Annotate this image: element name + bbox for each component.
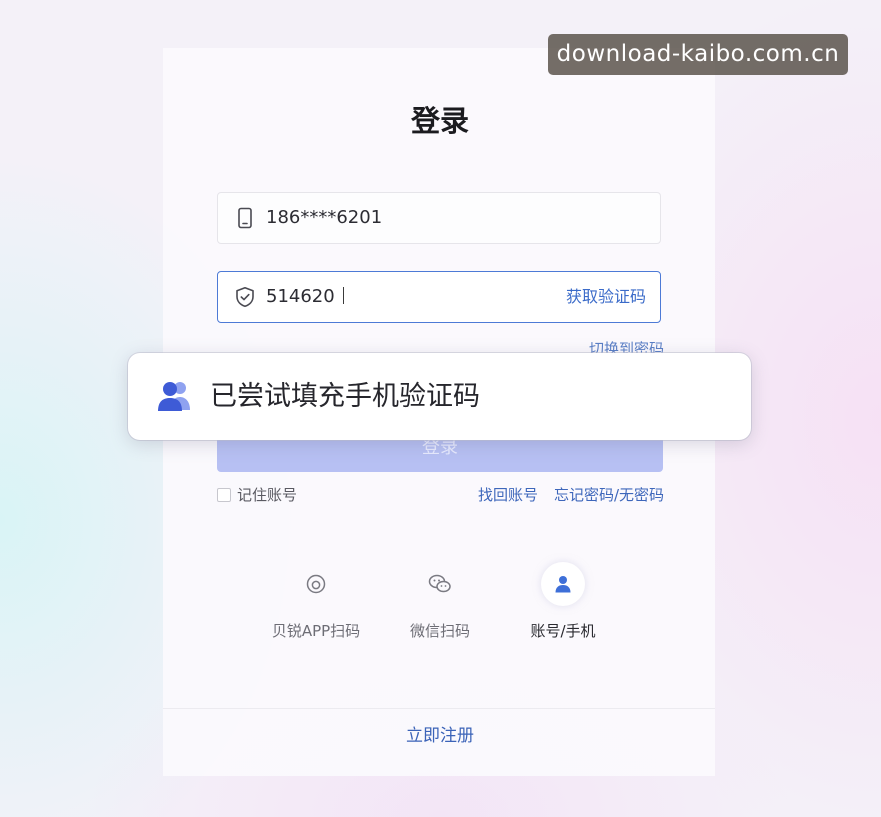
remember-checkbox[interactable] (217, 488, 231, 502)
remember-account[interactable]: 记住账号 (217, 485, 297, 505)
phone-value: 186****6201 (266, 207, 383, 228)
phone-field[interactable]: 186****6201 (217, 192, 661, 244)
footer-divider (163, 708, 715, 709)
code-value: 514620 (266, 272, 344, 322)
shield-check-icon (236, 287, 254, 308)
phone-icon (238, 207, 252, 229)
app-scan-icon (294, 562, 338, 606)
page-title: 登录 (410, 104, 469, 138)
autofill-toast: 已尝试填充手机验证码 (128, 353, 751, 440)
user-group-icon (158, 382, 190, 411)
find-account-link[interactable]: 找回账号 (478, 485, 538, 505)
login-method-app-scan[interactable]: 贝锐APP扫码 (256, 562, 376, 641)
text-caret (342, 287, 344, 304)
toast-message: 已尝试填充手机验证码 (210, 381, 480, 412)
wechat-icon (418, 562, 462, 606)
method-label: 账号/手机 (530, 622, 596, 640)
method-label: 微信扫码 (409, 622, 470, 640)
forgot-password-link[interactable]: 忘记密码/无密码 (554, 485, 664, 505)
login-method-account-phone[interactable]: 账号/手机 (503, 562, 623, 641)
code-text: 514620 (266, 286, 335, 307)
remember-label: 记住账号 (237, 486, 298, 504)
login-method-wechat[interactable]: 微信扫码 (380, 562, 500, 641)
get-code-button[interactable]: 获取验证码 (566, 272, 646, 322)
method-label: 贝锐APP扫码 (271, 622, 361, 640)
user-icon (541, 562, 585, 606)
watermark: download-kaibo.com.cn (548, 34, 848, 75)
verification-code-field[interactable]: 514620 获取验证码 (217, 271, 661, 323)
register-link[interactable]: 立即注册 (340, 724, 540, 748)
